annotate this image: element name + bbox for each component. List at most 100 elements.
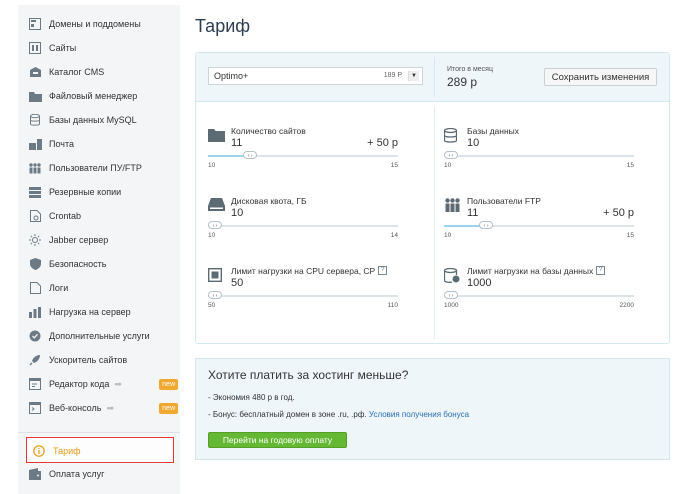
sidebar-item-label: Почта (49, 139, 74, 149)
param-value: 10 (231, 207, 244, 219)
sidebar-item-backups[interactable]: Резервные копии (28, 182, 178, 202)
sidebar-item-label: Каталог CMS (49, 67, 105, 77)
badge-check-icon (28, 329, 42, 343)
param-title-text: Лимит нагрузки на базы данных (467, 266, 594, 276)
bar-chart-icon (28, 305, 42, 319)
sidebar-item-label: Веб-консоль (49, 403, 102, 413)
sidebar-item-label: Оплата услуг (49, 469, 105, 479)
slider-min: 1000 (444, 302, 459, 309)
promo-bonus-line: - Бонус: бесплатный домен в зоне .ru, .р… (208, 410, 469, 419)
sidebar-item-sites[interactable]: Сайты (28, 38, 178, 58)
domains-icon (28, 17, 42, 31)
sidebar-item-tariff[interactable]: Тариф (32, 441, 182, 461)
param-cpu-limit: Лимит нагрузки на CPU сервера, CP? 50 ‹ … (207, 266, 398, 328)
param-title: Лимит нагрузки на CPU сервера, CP? (231, 266, 388, 276)
param-extra-price: + 50 р (367, 137, 398, 149)
tariff-header: Optimo+ 189 Р ▼ Итого в месяц 289 р Сохр… (196, 53, 669, 102)
param-extra-price: + 50 р (603, 207, 634, 219)
plan-name: Optimo+ (214, 71, 249, 81)
param-disk-quota: Дисковая квота, ГБ 10 ‹ › 10 14 (208, 196, 398, 258)
sidebar-item-label: Редактор кода (49, 379, 110, 389)
promo-savings-text: - Экономия 480 р в год. (208, 393, 295, 402)
slider-handle[interactable]: ‹ › (479, 221, 494, 229)
param-databases: Базы данных 10 ‹ › 10 15 (443, 126, 634, 188)
bonus-terms-link[interactable]: Условия получения бонуса (369, 410, 469, 419)
sidebar-item-mail[interactable]: Почта (28, 134, 178, 154)
info-icon (32, 444, 46, 458)
slider-min: 50 (208, 302, 216, 309)
slider-handle[interactable]: ‹ › (444, 151, 458, 159)
slider-handle[interactable]: ‹ › (208, 221, 222, 229)
sidebar-item-logs[interactable]: Логи (28, 278, 178, 298)
sidebar-item-code-editor[interactable]: Редактор кода ➡ new (28, 374, 178, 394)
sidebar-item-file-manager[interactable]: Файловый менеджер (28, 86, 178, 106)
help-icon[interactable]: ? (596, 266, 606, 275)
slider-handle[interactable]: ‹ › (208, 291, 222, 299)
slider-track[interactable]: ‹ › (208, 291, 398, 299)
sidebar-item-mysql[interactable]: Базы данных MySQL (28, 110, 178, 130)
slider-track[interactable]: ‹ › (444, 221, 634, 229)
slider-min: 10 (208, 232, 216, 239)
sidebar-item-label: Файловый менеджер (49, 91, 138, 101)
param-sites: Количество сайтов 11 + 50 р ‹ › 10 15 (208, 126, 398, 188)
plan-select[interactable]: Optimo+ 189 Р ▼ (208, 67, 423, 85)
annual-payment-button[interactable]: Перейти на годовую оплату (208, 432, 347, 448)
sidebar-item-label: Базы данных MySQL (49, 115, 137, 125)
sidebar-divider (18, 432, 180, 433)
sidebar-item-extra-services[interactable]: Дополнительные услуги (28, 326, 178, 346)
column-divider (434, 107, 435, 339)
sidebar-item-label: Безопасность (49, 259, 107, 269)
slider-handle[interactable]: ‹ › (444, 291, 458, 299)
mailbox-icon (28, 137, 42, 151)
param-value: 11 (231, 137, 243, 149)
param-title: Дисковая квота, ГБ (231, 196, 307, 206)
slider-max: 15 (626, 162, 634, 169)
shield-icon (28, 257, 42, 271)
param-value: 11 (467, 207, 479, 219)
console-icon (28, 401, 42, 415)
sidebar-item-tariff-highlight: Тариф (26, 437, 174, 463)
monthly-total-label: Итого в месяц (447, 66, 493, 73)
sidebar-item-label: Crontab (49, 211, 82, 221)
param-ftp-users: Пользователи FTP 11 + 50 р ‹ › 10 15 (444, 196, 634, 258)
monthly-total-value: 289 р (447, 75, 478, 89)
plan-price: 189 Р (383, 72, 402, 79)
slider-min: 10 (208, 162, 216, 169)
help-icon[interactable]: ? (378, 266, 388, 275)
sidebar-item-jabber[interactable]: Jabber сервер (28, 230, 178, 250)
slider-track[interactable]: ‹ › (444, 151, 634, 159)
database-icon (443, 127, 460, 144)
folder-icon (28, 89, 42, 103)
sidebar-item-accelerator[interactable]: Ускоритель сайтов (28, 350, 178, 370)
promo-title: Хотите платить за хостинг меньше? (208, 368, 409, 382)
sidebar-item-crontab[interactable]: Crontab (28, 206, 178, 226)
sidebar-item-domains[interactable]: Домены и поддомены (28, 14, 178, 34)
users-icon (444, 198, 460, 214)
sidebar-item-security[interactable]: Безопасность (28, 254, 178, 274)
sidebar-item-web-console[interactable]: Веб-консоль ➡ new (28, 398, 178, 418)
sidebar-item-server-load[interactable]: Нагрузка на сервер (28, 302, 178, 322)
slider-track[interactable]: ‹ › (208, 221, 398, 229)
cpu-chip-icon (207, 267, 224, 284)
slider-handle[interactable]: ‹ › (243, 151, 258, 159)
sidebar-item-cms-catalog[interactable]: Каталог CMS (28, 62, 178, 82)
slider-max: 15 (390, 162, 398, 169)
slider-max: 110 (387, 302, 398, 309)
sidebar-item-payment[interactable]: Оплата услуг (28, 464, 178, 484)
param-value: 50 (231, 277, 244, 289)
rocket-icon (28, 353, 42, 367)
save-changes-button[interactable]: Сохранить изменения (544, 68, 657, 86)
users-icon (28, 161, 42, 175)
sidebar-item-label: Домены и поддомены (49, 19, 141, 29)
disk-icon (208, 198, 225, 214)
param-value: 10 (467, 137, 480, 149)
slider-track[interactable]: ‹ › (208, 151, 398, 159)
page-title: Тариф (195, 16, 251, 36)
sidebar-item-ftp-users[interactable]: Пользователи ПУ/FTP (28, 158, 178, 178)
slider-track[interactable]: ‹ › (444, 291, 634, 299)
promo-box: Хотите платить за хостинг меньше? - Экон… (195, 358, 670, 460)
code-editor-icon (28, 377, 42, 391)
slider-max: 15 (626, 232, 634, 239)
crontab-file-icon (28, 209, 42, 223)
param-title: Количество сайтов (231, 126, 306, 136)
